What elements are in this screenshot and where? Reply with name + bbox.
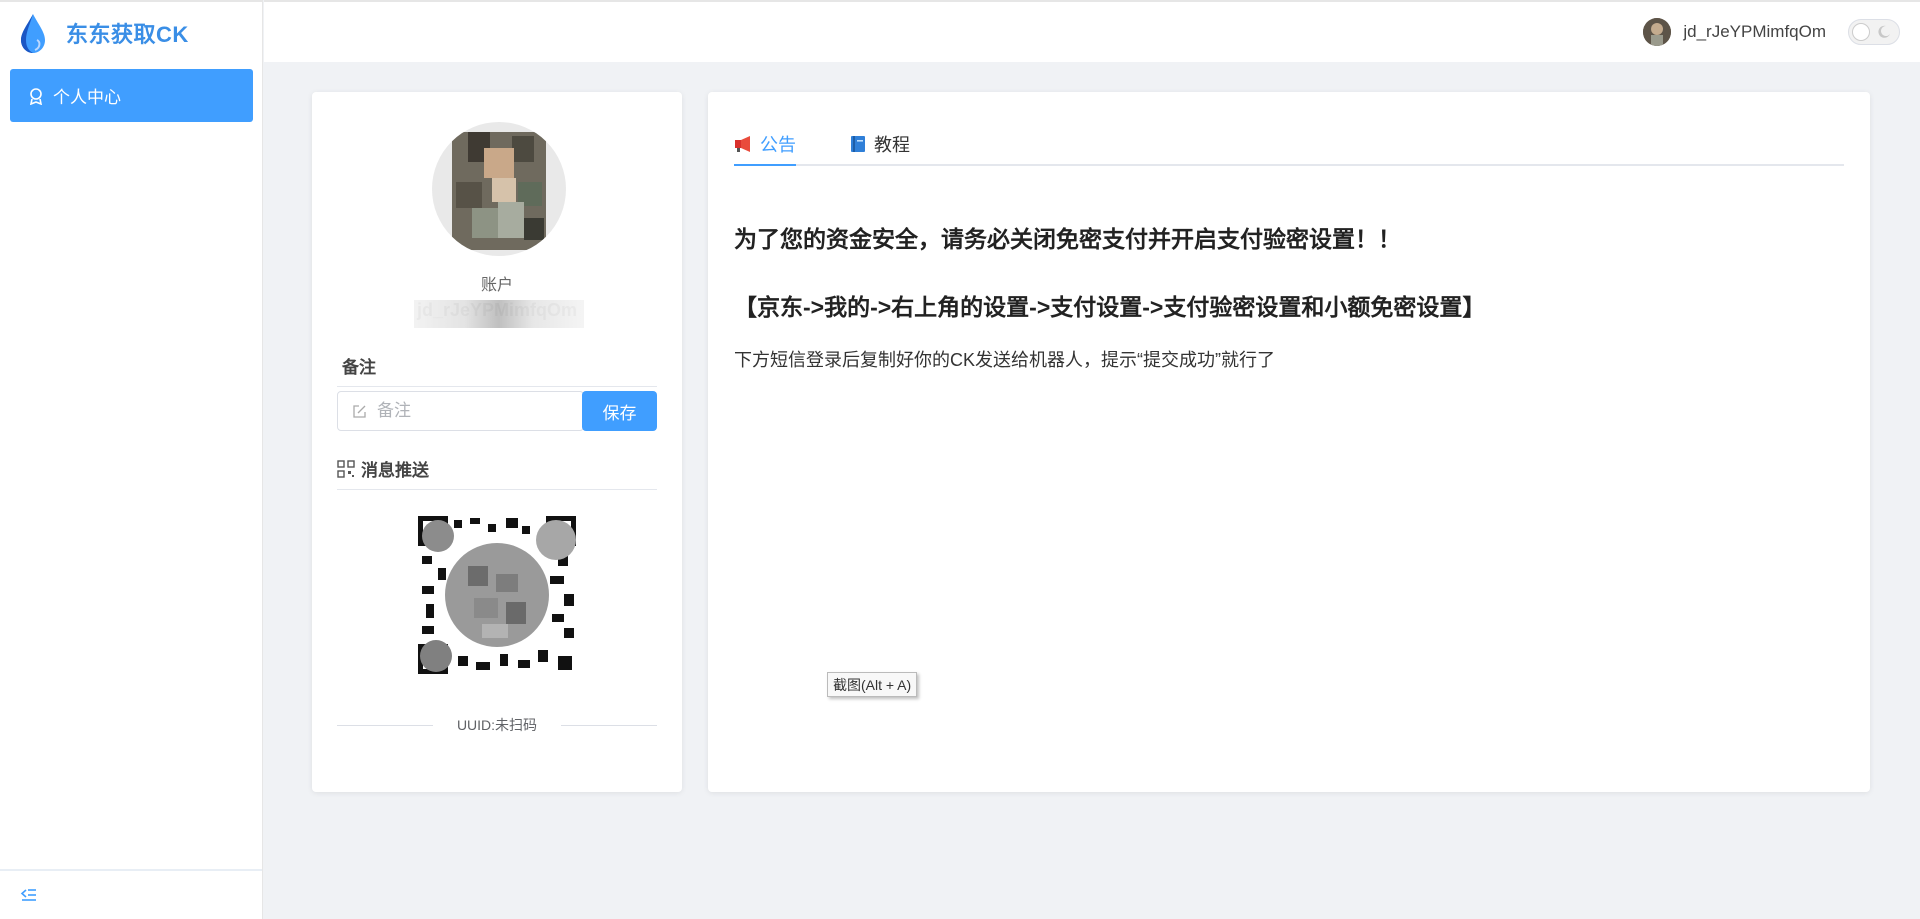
instruction-text: 下方短信登录后复制好你的CK发送给机器人，提示“提交成功”就行了 [734,350,1275,370]
sidebar: 东东获取CK 个人中心 [0,0,263,919]
account-label: 账户 [480,277,513,294]
megaphone-icon [735,136,750,152]
sidebar-item-label: 个人中心 [53,88,121,107]
push-title-label: 消息推送 [361,461,429,480]
tab-tutorial[interactable]: 教程 [848,124,910,164]
account-value-mask [414,300,584,328]
push-section-title: 消息推送 [337,456,657,490]
profile-card: 账户 jd_rJeYPMimfqOm 备注 保存 消息推送 [312,92,682,792]
theme-toggle[interactable] [1848,19,1900,45]
uuid-text: UUID:未扫码 [456,717,538,733]
screenshot-tooltip: 截图(Alt + A) [827,672,918,697]
water-drop-icon [21,14,45,53]
book-icon [851,136,865,152]
notice-tabs: 公告 教程 [734,124,1844,166]
avatar[interactable] [1643,18,1672,46]
save-button[interactable]: 保存 [582,391,657,431]
push-qrcode [418,516,576,674]
top-header: jd_rJeYPMimfqOm [264,0,1920,62]
sidebar-item-user-center[interactable]: 个人中心 [10,69,253,122]
toggle-knob [1852,23,1870,41]
tab-label: 公告 [760,135,796,155]
edit-icon [353,404,366,418]
tab-announcement[interactable]: 公告 [734,124,796,166]
menu-fold-icon[interactable] [20,886,38,904]
remark-field[interactable] [337,391,584,431]
profile-avatar [432,122,566,256]
user-center-icon [29,87,43,105]
remark-section-title: 备注 [337,353,657,387]
tab-label: 教程 [874,135,910,155]
remark-input[interactable] [377,401,577,421]
header-username[interactable]: jd_rJeYPMimfqOm [1683,22,1826,42]
moon-icon [1878,25,1890,38]
sidebar-footer [0,869,262,919]
brand[interactable]: 东东获取CK [0,2,262,64]
qrcode-icon [337,459,355,478]
settings-path: 【京东->我的->右上角的设置->支付设置->支付验密设置和小额免密设置】 [734,294,1486,320]
brand-title: 东东获取CK [66,22,189,47]
app-root: 东东获取CK 个人中心 jd_rJeYPMimfqOm 账户 备注 备注 保存 … [0,0,1920,919]
security-warning: 为了您的资金安全，请务必关闭免密支付并开启支付验密设置！！ [734,226,1401,252]
uuid-divider: UUID:未扫码 [337,715,657,735]
